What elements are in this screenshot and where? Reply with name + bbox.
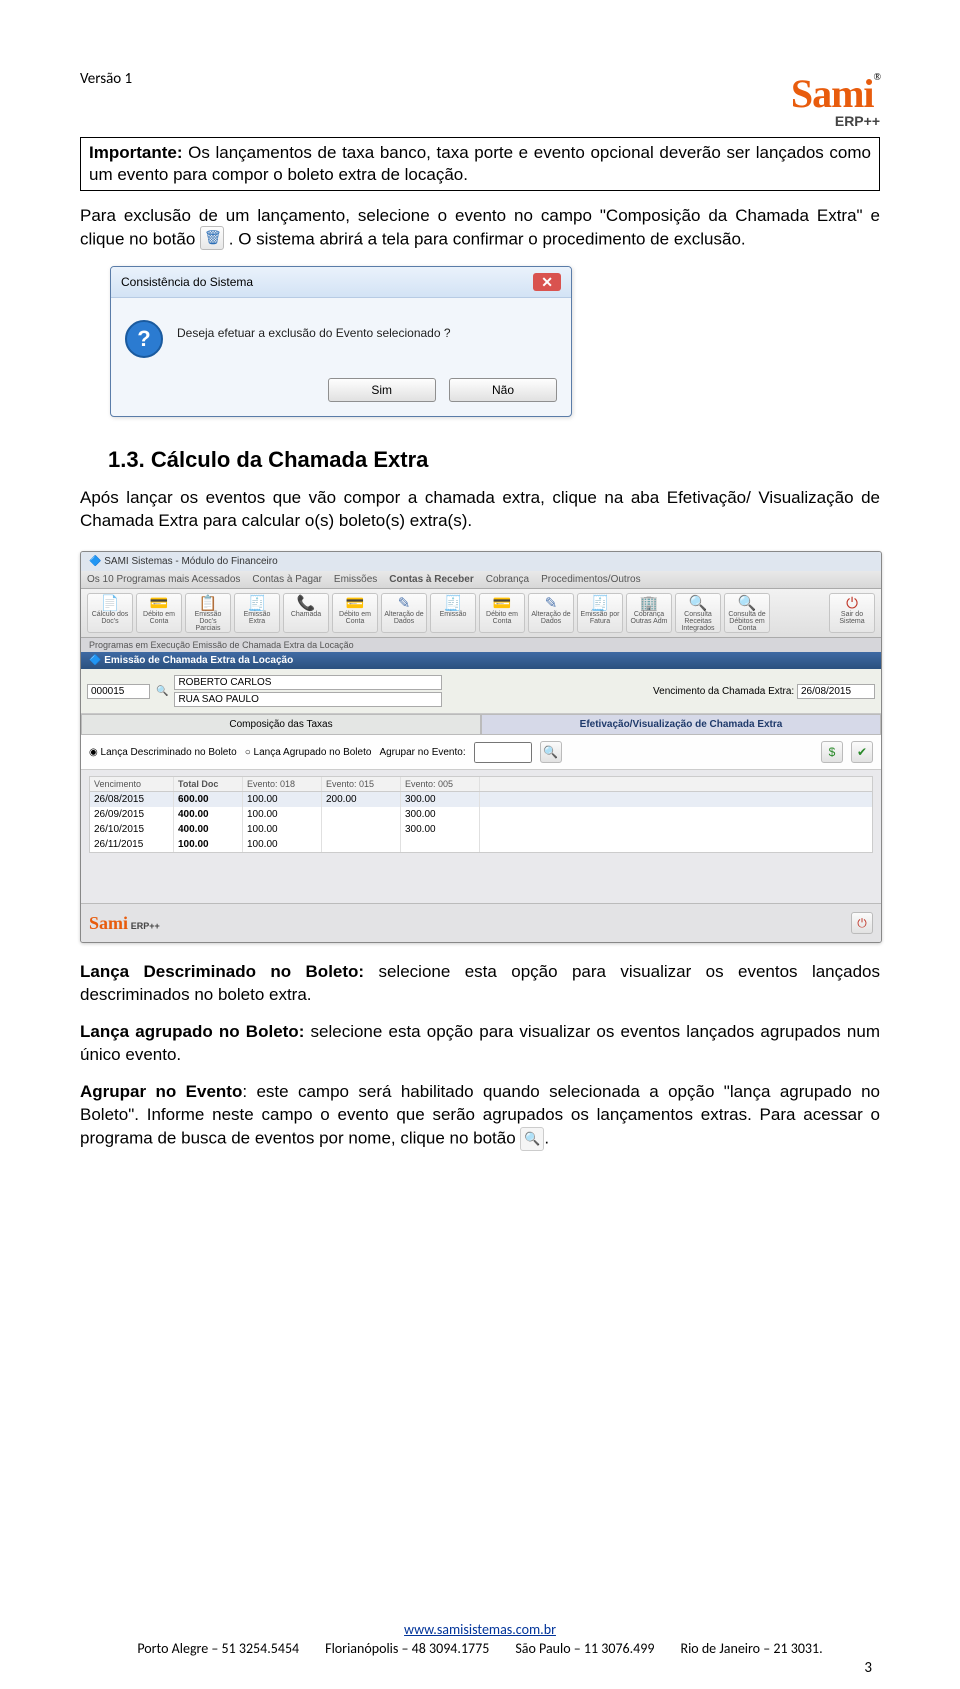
app-window: 🔷 SAMI Sistemas - Módulo do Financeiro O… [80,551,882,943]
app-title: 🔷 SAMI Sistemas - Módulo do Financeiro [81,552,881,571]
table-row[interactable]: 26/08/2015600.00100.00200.00300.00 [90,792,872,807]
nome-field[interactable] [174,675,442,690]
tab-efetivacao[interactable]: Efetivação/Visualização de Chamada Extra [481,714,881,735]
para-section: Após lançar os eventos que vão compor a … [80,487,880,533]
section-heading: 1.3. Cálculo da Chamada Extra [108,447,880,473]
money-icon[interactable]: $ [821,741,843,763]
footer-url[interactable]: www.samisistemas.com.br [404,1621,556,1638]
confirm-icon[interactable]: ✔ [851,741,873,763]
cod-field[interactable] [87,684,150,699]
trash-icon [200,226,224,250]
dialog-message: Deseja efetuar a exclusão do Evento sele… [177,320,451,340]
table: VencimentoTotal Doc Evento: 018Evento: 0… [89,776,873,853]
radio-descriminado[interactable]: ◉ Lança Descriminado no Boleto [89,747,237,758]
breadcrumb: Programas em Execução Emissão de Chamada… [81,638,881,652]
end-field[interactable] [174,692,442,707]
table-row[interactable]: 26/10/2015400.00100.00300.00 [90,822,872,837]
exit-icon[interactable]: ⏻ [851,912,873,934]
yes-button[interactable]: Sim [328,378,436,402]
panel-title: 🔷 Emissão de Chamada Extra da Locação [81,652,881,669]
agrupar-field[interactable] [474,742,532,763]
table-row[interactable]: 26/09/2015400.00100.00300.00 [90,807,872,822]
para-opt1: Lança Descriminado no Boleto: selecione … [80,961,880,1007]
app-toolbar[interactable]: 📄Cálculo dos Doc's 💳Débito em Conta 📋Emi… [81,589,881,638]
page-footer: www.samisistemas.com.br Porto Alegre – 5… [0,1621,960,1657]
no-button[interactable]: Não [449,378,557,402]
app-menubar[interactable]: Os 10 Programas mais AcessadosContas à P… [81,571,881,589]
para-exclusion: Para exclusão de um lançamento, selecion… [80,205,880,252]
confirm-dialog: Consistência do Sistema ✕ ? Deseja efetu… [110,266,572,417]
search-evento-icon[interactable]: 🔍 [540,741,562,763]
dialog-title: Consistência do Sistema [121,275,253,289]
search-icon [520,1127,544,1151]
important-box: Importante: Os lançamentos de taxa banco… [80,137,880,191]
table-row[interactable]: 26/11/2015100.00100.00 [90,837,872,852]
radio-agrupado[interactable]: ○ Lança Agrupado no Boleto [245,747,372,758]
info-row: 🔍 Vencimento da Chamada Extra: [81,669,881,714]
venc-field[interactable] [797,684,875,699]
tab-composicao[interactable]: Composição das Taxas [81,714,481,735]
close-icon[interactable]: ✕ [533,273,561,291]
question-icon: ? [125,320,163,358]
brand-logo: Sami® ERP++ [791,70,880,129]
para-opt3: Agrupar no Evento: este campo será habil… [80,1081,880,1151]
version-label: Versão 1 [80,70,132,88]
page-number: 3 [864,1659,872,1677]
para-opt2: Lança agrupado no Boleto: selecione esta… [80,1021,880,1067]
agrupar-label: Agrupar no Evento: [379,747,465,758]
